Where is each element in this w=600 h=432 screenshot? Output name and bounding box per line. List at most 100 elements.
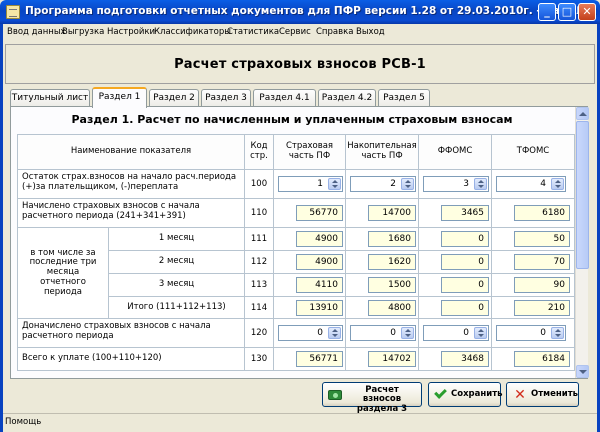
row-130-label: Всего к уплате (100+110+120) <box>17 347 245 371</box>
row-113-tfoms-field[interactable]: 90 <box>514 277 570 293</box>
row-130-code: 130 <box>244 347 274 371</box>
menu-item-classifiers[interactable]: Классификаторы <box>154 27 231 37</box>
row-112-cell-tfoms: 70 <box>491 250 575 274</box>
row-120-cell-pf-funded: 0 <box>345 318 419 348</box>
row-113-cell-pf-insurance: 4110 <box>273 273 346 297</box>
spin-arrows-icon[interactable] <box>328 327 341 339</box>
scroll-up-icon[interactable] <box>576 107 589 120</box>
row-130-pf-funded-field[interactable]: 14702 <box>368 351 416 367</box>
spin-arrows-icon[interactable] <box>551 178 564 190</box>
row-110-pf-funded-field[interactable]: 14700 <box>368 205 416 221</box>
tab-section-4-2[interactable]: Раздел 4.2 <box>318 89 376 107</box>
window-frame-left <box>0 24 3 432</box>
tab-title-page[interactable]: Титульный лист <box>10 89 90 107</box>
row-114-ffoms-field[interactable]: 0 <box>441 300 489 316</box>
row-111-ffoms-field[interactable]: 0 <box>441 231 489 247</box>
scroll-down-icon[interactable] <box>576 365 589 378</box>
spin-arrows-icon[interactable] <box>401 327 414 339</box>
col-header-pf-insurance: Страховая часть ПФ <box>273 134 346 170</box>
row-100-pf-insurance-input[interactable]: 1 <box>278 176 343 192</box>
save-label: Сохранить <box>451 389 503 399</box>
tab-section-5[interactable]: Раздел 5 <box>378 89 430 107</box>
app-icon[interactable] <box>6 5 20 19</box>
row-130-tfoms-field[interactable]: 6184 <box>514 351 570 367</box>
row-111-pf-funded-field[interactable]: 1680 <box>368 231 416 247</box>
tab-section-3[interactable]: Раздел 3 <box>201 89 251 107</box>
vertical-scrollbar[interactable] <box>575 107 589 378</box>
row-111-pf-insurance-field[interactable]: 4900 <box>296 231 343 247</box>
close-icon[interactable]: ✕ <box>578 3 596 21</box>
row-113-cell-pf-funded: 1500 <box>345 273 419 297</box>
row-100-tfoms-input[interactable]: 4 <box>496 176 566 192</box>
menu-item-settings[interactable]: Настройки <box>107 27 155 37</box>
cancel-button[interactable]: ✕ Отменить <box>506 382 579 407</box>
row-112-tfoms-field[interactable]: 70 <box>514 254 570 270</box>
status-bar: Помощь <box>3 413 597 430</box>
scroll-thumb[interactable] <box>576 121 589 269</box>
spin-arrows-icon[interactable] <box>401 178 414 190</box>
row-110-tfoms-field[interactable]: 6180 <box>514 205 570 221</box>
spin-arrows-icon[interactable] <box>328 178 341 190</box>
row-100-pf-funded-input[interactable]: 2 <box>350 176 416 192</box>
row-114-cell-tfoms: 210 <box>491 296 575 319</box>
row-130-ffoms-field[interactable]: 3468 <box>441 351 489 367</box>
row-114-tfoms-field[interactable]: 210 <box>514 300 570 316</box>
row-111-code: 111 <box>244 227 274 251</box>
spin-arrows-icon[interactable] <box>474 327 487 339</box>
row-111-tfoms-field[interactable]: 50 <box>514 231 570 247</box>
row-120-tfoms-input[interactable]: 0 <box>496 325 566 341</box>
tab-section-4-1[interactable]: Раздел 4.1 <box>253 89 316 107</box>
section-title: Раздел 1. Расчет по начисленным и уплаче… <box>71 113 513 126</box>
menu-item-service[interactable]: Сервис <box>279 27 311 37</box>
calc-section-3-label: Расчет взносов раздела 3 <box>356 385 408 414</box>
row-120-label: Доначислено страховых взносов с начала р… <box>17 318 245 348</box>
tab-section-1[interactable]: Раздел 1 <box>92 87 147 108</box>
minimize-icon[interactable]: _ <box>538 3 556 21</box>
row-110-ffoms-field[interactable]: 3465 <box>441 205 489 221</box>
row-114-code: 114 <box>244 296 274 319</box>
menu-item-help[interactable]: Справка <box>316 27 353 37</box>
tab-section-2[interactable]: Раздел 2 <box>149 89 199 107</box>
menu-item-export[interactable]: Выгрузка <box>62 27 104 37</box>
row-112-ffoms-field[interactable]: 0 <box>441 254 489 270</box>
status-text: Помощь <box>5 417 42 427</box>
row-120-ffoms-input[interactable]: 0 <box>423 325 489 341</box>
row-100-ffoms-input[interactable]: 3 <box>423 176 489 192</box>
col-header-name: Наименование показателя <box>17 134 245 170</box>
row-114-cell-pf-funded: 4800 <box>345 296 419 319</box>
menu-item-exit[interactable]: Выход <box>356 27 385 37</box>
row-110-label: Начислено страховых взносов с начала рас… <box>17 198 245 228</box>
row-114-pf-funded-field[interactable]: 4800 <box>368 300 416 316</box>
row-120-pf-insurance-value: 0 <box>317 328 323 338</box>
row-100-ffoms-value: 3 <box>463 179 469 189</box>
row-120-pf-insurance-input[interactable]: 0 <box>278 325 343 341</box>
row-112-pf-funded-field[interactable]: 1620 <box>368 254 416 270</box>
row-114-pf-insurance-field[interactable]: 13910 <box>296 300 343 316</box>
calc-icon <box>328 390 342 400</box>
section-grid: Наименование показателя Код стр. Страхов… <box>17 134 575 379</box>
row-113-label: 3 месяц <box>108 273 245 297</box>
row-112-cell-ffoms: 0 <box>418 250 492 274</box>
row-120-pf-funded-input[interactable]: 0 <box>350 325 416 341</box>
row-110-pf-insurance-field[interactable]: 56770 <box>296 205 343 221</box>
menu-item-data-entry[interactable]: Ввод данных <box>7 27 66 37</box>
row-110-code: 110 <box>244 198 274 228</box>
row-130-pf-insurance-field[interactable]: 56771 <box>296 351 343 367</box>
save-button[interactable]: Сохранить <box>428 382 503 407</box>
header-panel: Расчет страховых взносов РСВ-1 <box>5 44 595 84</box>
cancel-x-icon: ✕ <box>514 387 526 403</box>
row-130-cell-pf-funded: 14702 <box>345 347 419 371</box>
row-120-pf-funded-value: 0 <box>390 328 396 338</box>
spin-arrows-icon[interactable] <box>474 178 487 190</box>
row-130-cell-ffoms: 3468 <box>418 347 492 371</box>
row-100-cell-tfoms: 4 <box>491 169 575 199</box>
row-112-pf-insurance-field[interactable]: 4900 <box>296 254 343 270</box>
calc-section-3-button[interactable]: Расчет взносов раздела 3 <box>322 382 422 413</box>
menu-item-statistics[interactable]: Статистика <box>227 27 279 37</box>
maximize-icon[interactable]: □ <box>558 3 576 21</box>
row-113-pf-insurance-field[interactable]: 4110 <box>296 277 343 293</box>
row-113-ffoms-field[interactable]: 0 <box>441 277 489 293</box>
row-113-pf-funded-field[interactable]: 1500 <box>368 277 416 293</box>
col-header-ffoms: ФФОМС <box>418 134 492 170</box>
spin-arrows-icon[interactable] <box>551 327 564 339</box>
